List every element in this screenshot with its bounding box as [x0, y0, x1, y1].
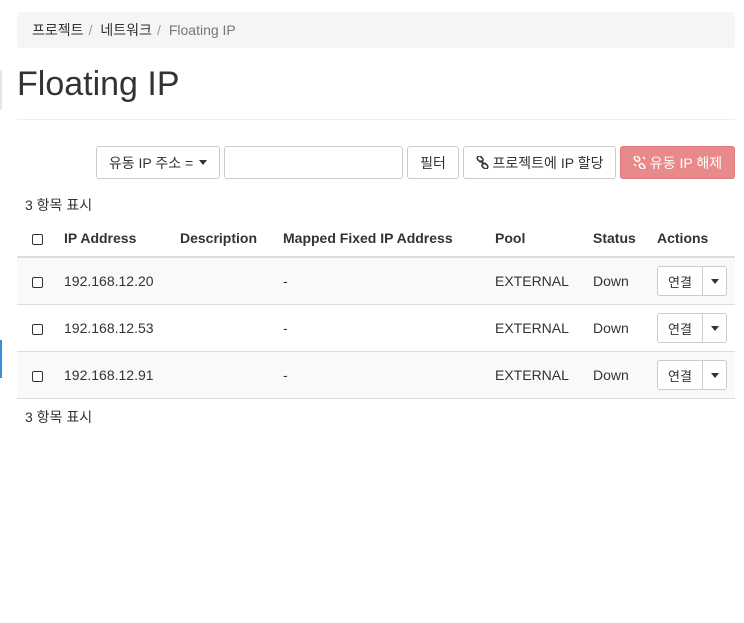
- release-ip-button[interactable]: 유동 IP 해제: [620, 146, 735, 179]
- row-actions-dropdown-toggle[interactable]: [703, 266, 727, 296]
- table-header-row: IP Address Description Mapped Fixed IP A…: [17, 220, 735, 258]
- mapped-fixed-ip-cell: -: [283, 351, 495, 399]
- caret-down-icon: [710, 325, 719, 331]
- side-nav-active-marker: [0, 340, 2, 378]
- select-all-cell: [17, 220, 64, 258]
- header-description[interactable]: Description: [180, 220, 283, 258]
- actions-cell: 연결: [657, 304, 735, 352]
- filter-input[interactable]: [224, 146, 403, 179]
- mapped-fixed-ip-cell: -: [283, 304, 495, 352]
- floating-ip-table: IP Address Description Mapped Fixed IP A…: [17, 220, 735, 399]
- actions-cell: 연결: [657, 257, 735, 305]
- associate-button[interactable]: 연결: [657, 360, 703, 390]
- release-ip-label: 유동 IP 해제: [649, 154, 723, 171]
- header-ip-address[interactable]: IP Address: [64, 220, 180, 258]
- link-icon: [475, 156, 489, 169]
- table-row: 192.168.12.20 - EXTERNAL Down 연결: [17, 257, 735, 305]
- description-cell: [180, 351, 283, 399]
- allocate-ip-button[interactable]: 프로젝트에 IP 할당: [463, 146, 616, 179]
- table-row: 192.168.12.53 - EXTERNAL Down 연결: [17, 304, 735, 352]
- filter-button[interactable]: 필터: [407, 146, 459, 179]
- caret-down-icon: [710, 372, 719, 378]
- row-action-group: 연결: [657, 313, 735, 343]
- filter-field-select[interactable]: 유동 IP 주소 =: [96, 146, 220, 179]
- header-pool[interactable]: Pool: [495, 220, 593, 258]
- pool-cell: EXTERNAL: [495, 257, 593, 305]
- row-actions-dropdown-toggle[interactable]: [703, 360, 727, 390]
- caret-down-icon: [199, 160, 208, 165]
- pool-cell: EXTERNAL: [495, 351, 593, 399]
- item-count-top: 3 항목 표시: [25, 197, 93, 213]
- status-cell: Down: [593, 351, 657, 399]
- breadcrumb: 프로젝트 / 네트워크 / Floating IP: [17, 12, 735, 48]
- row-select-cell: [17, 257, 64, 305]
- breadcrumb-item-project[interactable]: 프로젝트: [32, 20, 84, 40]
- actions-cell: 연결: [657, 351, 735, 399]
- pool-cell: EXTERNAL: [495, 304, 593, 352]
- header-status[interactable]: Status: [593, 220, 657, 258]
- row-action-group: 연결: [657, 360, 735, 390]
- row-action-group: 연결: [657, 266, 735, 296]
- description-cell: [180, 304, 283, 352]
- breadcrumb-separator: /: [88, 22, 93, 38]
- page-title: Floating IP: [17, 65, 180, 103]
- table-row: 192.168.12.91 - EXTERNAL Down 연결: [17, 351, 735, 399]
- row-actions-dropdown-toggle[interactable]: [703, 313, 727, 343]
- select-all-checkbox[interactable]: [32, 233, 43, 245]
- associate-button[interactable]: 연결: [657, 313, 703, 343]
- filter-field-label: 유동 IP 주소 =: [108, 154, 194, 171]
- row-checkbox[interactable]: [32, 323, 43, 335]
- header-actions: Actions: [657, 220, 735, 258]
- ip-address-cell: 192.168.12.20: [64, 257, 180, 305]
- title-divider: [17, 119, 735, 120]
- side-panel-edge: [0, 70, 2, 110]
- mapped-fixed-ip-cell: -: [283, 257, 495, 305]
- row-checkbox[interactable]: [32, 370, 43, 382]
- description-cell: [180, 257, 283, 305]
- row-checkbox[interactable]: [32, 276, 43, 288]
- filter-button-label: 필터: [420, 154, 446, 171]
- status-cell: Down: [593, 257, 657, 305]
- row-select-cell: [17, 304, 64, 352]
- ip-address-cell: 192.168.12.91: [64, 351, 180, 399]
- breadcrumb-current: Floating IP: [168, 22, 236, 38]
- ip-address-cell: 192.168.12.53: [64, 304, 180, 352]
- item-count-bottom: 3 항목 표시: [25, 409, 93, 425]
- unlink-icon: [633, 156, 646, 169]
- breadcrumb-separator: /: [156, 22, 161, 38]
- status-cell: Down: [593, 304, 657, 352]
- header-mapped-fixed-ip[interactable]: Mapped Fixed IP Address: [283, 220, 495, 258]
- row-select-cell: [17, 351, 64, 399]
- caret-down-icon: [710, 278, 719, 284]
- associate-button[interactable]: 연결: [657, 266, 703, 296]
- breadcrumb-item-network[interactable]: 네트워크: [100, 20, 152, 40]
- allocate-ip-label: 프로젝트에 IP 할당: [492, 154, 604, 171]
